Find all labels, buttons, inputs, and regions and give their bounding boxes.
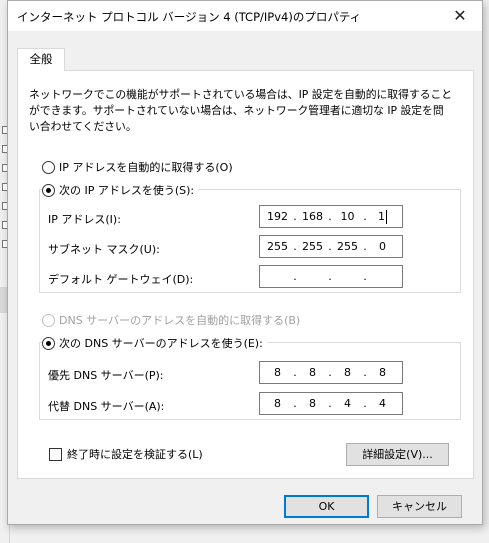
octet: 168 [302,210,323,223]
preferred-dns-label: 優先 DNS サーバー(P): [48,369,164,382]
octet: 8 [379,366,386,379]
close-icon: ✕ [453,6,467,25]
radio-circle [42,313,55,327]
subnet-mask-label: サブネット マスク(U): [48,243,160,256]
octet: 255 [267,240,288,253]
ok-button[interactable]: OK [284,495,369,518]
dns-auto-radio[interactable]: DNS サーバーのアドレスを自動的に取得する(B) [42,312,300,328]
dns-manual-radio[interactable]: 次の DNS サーバーのアドレスを使う(E): [42,335,267,351]
radio-circle [42,160,55,174]
general-panel: ネットワークでこの機能がサポートされている場合は、IP 設定を自動的に取得するこ… [17,70,474,479]
validate-on-exit-checkbox[interactable]: 終了時に設定を検証する(L) [49,446,203,462]
ip-auto-radio[interactable]: IP アドレスを自動的に取得する(O) [42,159,233,175]
octet: 8 [274,366,281,379]
ip-manual-label: 次の IP アドレスを使う(S): [59,184,195,197]
ip-address-field[interactable]: 192. 168. 10. 1 [259,205,403,228]
window-title: インターネット プロトコル バージョン 4 (TCP/IPv4)のプロパティ [17,10,362,24]
close-button[interactable]: ✕ [438,1,482,31]
octet: 8 [309,397,316,410]
tab-general[interactable]: 全般 [17,48,65,71]
octet: 8 [344,366,351,379]
octet: 192 [267,210,288,223]
gateway-label: デフォルト ゲートウェイ(D): [48,273,194,286]
ip-auto-label: IP アドレスを自動的に取得する(O) [59,161,233,174]
octet: 8 [309,366,316,379]
octet: 4 [379,397,386,410]
title-bar[interactable]: インターネット プロトコル バージョン 4 (TCP/IPv4)のプロパティ ✕ [8,1,482,31]
octet: 10 [340,210,355,223]
text-caret [386,209,387,224]
advanced-button[interactable]: 詳細設定(V)... [346,443,449,466]
ipv4-properties-dialog: インターネット プロトコル バージョン 4 (TCP/IPv4)のプロパティ ✕… [7,0,483,525]
octet: 4 [344,397,351,410]
subnet-mask-field[interactable]: 255. 255. 255. 0 [259,235,403,258]
octet: 255 [302,240,323,253]
validate-on-exit-label: 終了時に設定を検証する(L) [67,448,203,461]
cancel-button[interactable]: キャンセル [377,495,462,518]
ip-manual-radio[interactable]: 次の IP アドレスを使う(S): [42,182,199,198]
octet: 0 [379,240,386,253]
alternate-dns-label: 代替 DNS サーバー(A): [48,400,165,413]
octet: 255 [337,240,358,253]
radio-circle-selected [42,336,55,350]
checkbox-box [49,447,62,461]
description-text: ネットワークでこの機能がサポートされている場合は、IP 設定を自動的に取得するこ… [29,88,453,133]
ip-address-label: IP アドレス(I): [48,213,121,226]
dns-manual-label: 次の DNS サーバーのアドレスを使う(E): [59,337,263,350]
gateway-field[interactable]: . . . [259,265,403,288]
radio-circle-selected [42,183,55,197]
octet-active: 1 [378,209,387,224]
preferred-dns-field[interactable]: 8. 8. 8. 8 [259,361,403,384]
alternate-dns-field[interactable]: 8. 8. 4. 4 [259,392,403,415]
octet: 8 [274,397,281,410]
dns-auto-label: DNS サーバーのアドレスを自動的に取得する(B) [59,314,301,327]
